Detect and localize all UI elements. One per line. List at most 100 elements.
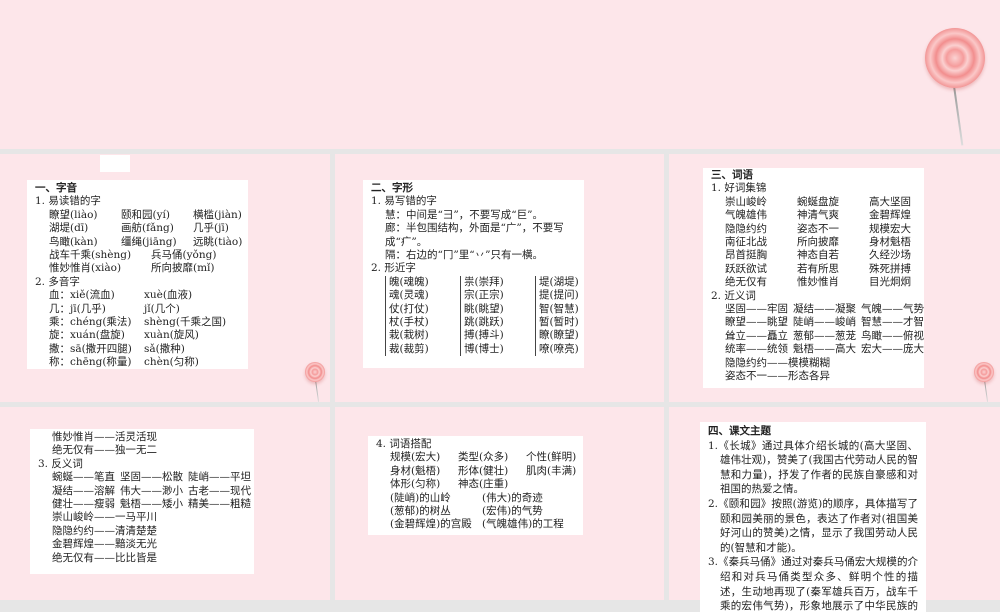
- text-line: 杖(手杖) 跳(跳跃) 暂(暂时): [371, 316, 579, 330]
- lollipop-icon: [925, 28, 985, 146]
- text-line: (葱郁)的树丛 (宏伟)的气势: [376, 505, 575, 518]
- text-cell: 陡峭——峻峭: [793, 316, 856, 329]
- text-line: 1. 好词集锦: [711, 182, 916, 195]
- text-line: 隔：右边的“冂”里“丷”只有一横。: [371, 249, 576, 262]
- text-cell: 2. 多音字: [35, 275, 80, 288]
- text-cell: 所向披靡: [797, 236, 839, 249]
- text-cell: 二、字形: [371, 182, 413, 194]
- text-cell: 惟妙惟肖: [797, 276, 839, 289]
- text-cell: 宗(正宗): [460, 289, 531, 303]
- text-cell: 1. 易写错的字: [371, 195, 437, 208]
- text-cell: 陡峭——平坦: [188, 471, 251, 484]
- text-cell: 1. 易读错的字: [35, 195, 101, 208]
- text-cell: (伟大)的奇迹: [482, 491, 543, 504]
- text-cell: 身材(魁梧): [390, 464, 441, 477]
- text-cell: 湖堤(dī): [49, 222, 89, 235]
- text-cell: 凝结——凝聚: [793, 303, 856, 316]
- text-cell: (金碧辉煌)的宫殿: [390, 518, 472, 531]
- text-cell: 神态(庄重): [458, 478, 509, 491]
- text-line: 隐隐约约 姿态不一 规模宏大: [711, 223, 916, 236]
- text-cell: 横槛(jiàn): [193, 208, 242, 221]
- text-cell: 隐隐约约: [725, 222, 767, 235]
- slide-title[interactable]: [0, 0, 1000, 149]
- text-line: 血：xiě(流血) xuè(血液): [35, 289, 240, 302]
- text-cell: 坚固——松散: [120, 471, 183, 484]
- text-line: 3.《秦兵马俑》通过对秦兵马俑宏大规模的介绍和对兵马俑类型众多、鲜明个性的描述，…: [708, 555, 918, 612]
- text-line: 坚固——牢固 凝结——凝聚 气魄——气势: [711, 303, 924, 316]
- text-line: 蜿蜒——笔直 坚固——松散 陡峭——平坦: [38, 471, 251, 484]
- text-cell: 类型(众多): [458, 451, 509, 464]
- text-cell: 绝无仅有: [725, 276, 767, 289]
- text-line: 鸟瞰(kàn) 缰绳(jiāng) 远眺(tiào): [35, 235, 242, 249]
- text-cell: 绝无仅有——独一无二: [52, 444, 157, 457]
- text-cell: 蜿蜒——笔直: [52, 471, 115, 484]
- text-line: 姿态不一——形态各异: [711, 370, 916, 383]
- text-box-collocation: 4. 词语搭配 规模(宏大) 类型(众多) 个性(鲜明) 身材(魁梧) 形体(健壮) 肌肉(…: [368, 436, 583, 535]
- text-cell: 暂(暂时): [535, 316, 579, 330]
- text-cell: 耸立——矗立: [725, 329, 788, 342]
- text-cell: 坚固——牢固: [725, 303, 788, 316]
- text-cell: 慧：中间是“彐”，不要写成“巨”。: [385, 208, 543, 221]
- text-line: 身材(魁梧) 形体(健壮) 肌肉(丰满): [376, 464, 576, 478]
- text-cell: [526, 478, 575, 491]
- text-line: 耸立——矗立 葱郁——葱茏 鸟瞰——俯视: [711, 329, 924, 343]
- text-cell: 祟(崇拜): [460, 275, 531, 290]
- text-line: 瞭望——眺望 陡峭——峻峭 智慧——才智: [711, 316, 924, 329]
- text-cell: 金碧辉煌: [869, 209, 911, 222]
- text-cell: 神态自若: [797, 249, 839, 262]
- text-line: 体形(匀称) 神态(庄重): [376, 478, 575, 491]
- text-cell: 隐隐约约——清清楚楚: [52, 524, 157, 537]
- text-cell: 嘹(嘹亮): [535, 342, 579, 357]
- text-cell: 堤(湖堤): [535, 275, 579, 290]
- text-cell: 1. 好词集锦: [711, 182, 767, 195]
- text-line: 成“疒”。: [371, 236, 576, 249]
- text-cell: 裁(裁剪): [385, 342, 456, 357]
- text-cell: 目光炯炯: [869, 276, 911, 289]
- text-cell: 魁梧——高大: [793, 343, 856, 356]
- text-cell: 4. 词语搭配: [376, 438, 432, 450]
- text-cell: 统率——统领: [725, 343, 788, 356]
- text-cell: 伟大——渺小: [120, 484, 183, 497]
- section-heading: 三、词语: [711, 169, 916, 182]
- text-line: 统率——统领 魁梧——高大 宏大——庞大: [711, 343, 924, 356]
- text-line: 气魄雄伟 神清气爽 金碧辉煌: [711, 209, 916, 222]
- text-cell: 身材魁梧: [869, 236, 911, 249]
- text-cell: 鸟瞰——俯视: [861, 329, 924, 342]
- text-cell: 成“疒”。: [385, 235, 428, 248]
- text-cell: 葱郁——葱茏: [793, 329, 856, 342]
- text-cell: 魄(魂魄): [385, 275, 456, 290]
- text-box-themes: 四、课文主题 1.《长城》通过具体介绍长城的(高大坚固、雄伟壮观)，赞美了(我国古…: [700, 422, 926, 612]
- text-cell: 规模(宏大): [390, 451, 441, 464]
- text-cell: 缰绳(jiāng): [121, 235, 177, 248]
- text-cell: chèn(匀称): [144, 356, 199, 369]
- text-line: 魄(魂魄) 祟(崇拜) 堤(湖堤): [371, 275, 579, 290]
- text-cell: 健壮——瘦弱: [52, 498, 115, 511]
- section-heading: 二、字形: [371, 182, 576, 195]
- text-line: 健壮——瘦弱 魁梧——矮小 精美——粗糙: [38, 498, 251, 511]
- text-line: 2.《颐和园》按照(游览)的顺序，具体描写了颐和园美丽的景色，表达了作者对(祖国…: [708, 497, 918, 555]
- text-line: 2. 多音字: [35, 276, 240, 289]
- text-cell: (葱郁)的树丛: [390, 505, 451, 518]
- text-cell: 个性(鲜明): [526, 451, 577, 464]
- text-cell: 廊：半包围结构，外面是“广”，不要写: [385, 222, 564, 235]
- text-line: 崇山峻岭 蜿蜒盘旋 高大坚固: [711, 196, 916, 209]
- text-cell: 魁梧——矮小: [120, 498, 183, 511]
- section-heading: 四、课文主题: [708, 424, 918, 439]
- text-line: 1.《长城》通过具体介绍长城的(高大坚固、雄伟壮观)，赞美了(我国古代劳动人民的…: [708, 439, 918, 497]
- text-line: 战车千乘(shèng) 兵马俑(yǒng): [35, 249, 240, 262]
- text-cell: 姿态不一——形态各异: [725, 370, 830, 383]
- text-cell: 搏(搏斗): [460, 329, 531, 343]
- text-cell: xuàn(旋风): [144, 329, 199, 342]
- text-cell: 2.《颐和园》按照(游览)的顺序，具体描写了颐和园美丽的景色，表达了作者对(祖国…: [708, 497, 918, 554]
- text-cell: 惟妙惟肖(xiào): [49, 262, 122, 275]
- text-line: 惟妙惟肖——活灵活现: [38, 431, 246, 444]
- text-cell: 1.《长城》通过具体介绍长城的(高大坚固、雄伟壮观)，赞美了(我国古代劳动人民的…: [708, 439, 918, 496]
- text-cell: 血：xiě(流血): [49, 289, 115, 302]
- text-line: 慧：中间是“彐”，不要写成“巨”。: [371, 209, 576, 222]
- text-cell: 气魄雄伟: [725, 209, 767, 222]
- text-cell: 金碧辉煌——黯淡无光: [52, 538, 157, 551]
- text-cell: 几：jī(几乎): [49, 302, 106, 315]
- text-cell: sǎ(撒种): [144, 342, 185, 355]
- text-line: (陡峭)的山岭 (伟大)的奇迹: [376, 492, 575, 505]
- text-line: 撒：sā(撒开四腿) sǎ(撒种): [35, 343, 240, 356]
